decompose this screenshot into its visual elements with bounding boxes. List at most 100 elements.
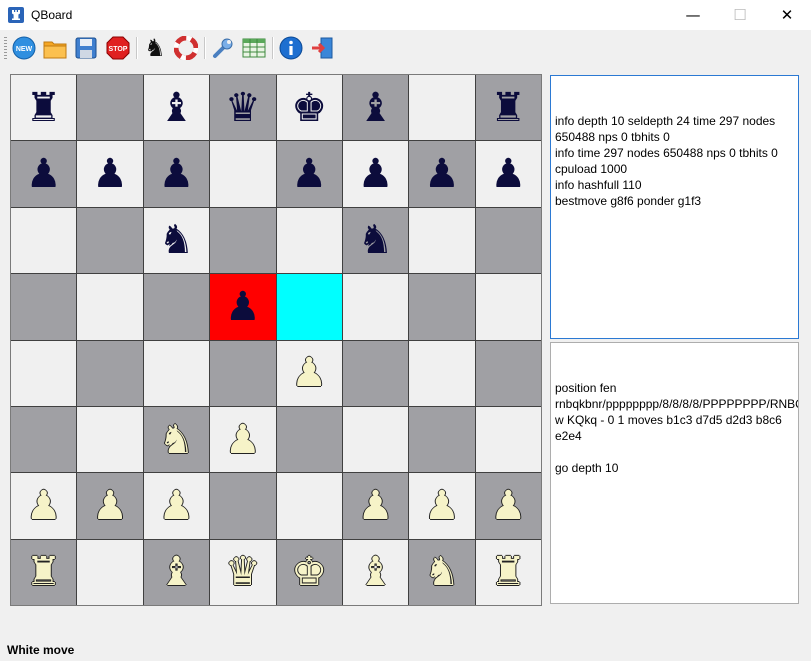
square-f1[interactable]: ♝ bbox=[342, 539, 409, 605]
square-c7[interactable]: ♟ bbox=[143, 141, 210, 207]
square-b5[interactable] bbox=[77, 274, 143, 340]
square-b7[interactable]: ♟ bbox=[77, 141, 143, 207]
square-f5[interactable] bbox=[342, 274, 409, 340]
square-h8[interactable]: ♜ bbox=[475, 75, 541, 141]
white-pawn-icon[interactable]: ♟ bbox=[291, 353, 327, 393]
square-f7[interactable]: ♟ bbox=[342, 141, 409, 207]
black-knight-icon[interactable]: ♞ bbox=[358, 220, 394, 260]
black-queen-icon[interactable]: ♛ bbox=[225, 88, 261, 128]
black-pawn-icon[interactable]: ♟ bbox=[291, 154, 327, 194]
square-c5[interactable] bbox=[143, 274, 210, 340]
black-pawn-icon[interactable]: ♟ bbox=[490, 154, 526, 194]
square-h2[interactable]: ♟ bbox=[475, 473, 541, 539]
square-f3[interactable] bbox=[342, 406, 409, 473]
black-king-icon[interactable]: ♚ bbox=[291, 88, 327, 128]
black-bishop-icon[interactable]: ♝ bbox=[159, 88, 195, 128]
square-e2[interactable] bbox=[276, 473, 342, 539]
square-d3[interactable]: ♟ bbox=[210, 406, 276, 473]
square-e5[interactable] bbox=[276, 274, 342, 340]
square-g5[interactable] bbox=[409, 274, 475, 340]
square-c1[interactable]: ♝ bbox=[143, 539, 210, 605]
square-a7[interactable]: ♟ bbox=[11, 141, 77, 207]
engine-button[interactable]: ♞ bbox=[142, 35, 168, 61]
table-button[interactable] bbox=[241, 35, 267, 61]
white-rook-icon[interactable]: ♜ bbox=[26, 552, 62, 592]
square-b2[interactable]: ♟ bbox=[77, 473, 143, 539]
white-knight-icon[interactable]: ♞ bbox=[424, 552, 460, 592]
square-a6[interactable] bbox=[11, 207, 77, 274]
square-e7[interactable]: ♟ bbox=[276, 141, 342, 207]
save-button[interactable] bbox=[73, 35, 99, 61]
white-pawn-icon[interactable]: ♟ bbox=[159, 486, 195, 526]
square-e1[interactable]: ♚ bbox=[276, 539, 342, 605]
settings-button[interactable] bbox=[210, 35, 236, 61]
square-d6[interactable] bbox=[210, 207, 276, 274]
help-ring-button[interactable] bbox=[173, 35, 199, 61]
square-a2[interactable]: ♟ bbox=[11, 473, 77, 539]
square-b8[interactable] bbox=[77, 75, 143, 141]
square-h3[interactable] bbox=[475, 406, 541, 473]
square-d1[interactable]: ♛ bbox=[210, 539, 276, 605]
square-d8[interactable]: ♛ bbox=[210, 75, 276, 141]
square-c4[interactable] bbox=[143, 340, 210, 406]
square-a5[interactable] bbox=[11, 274, 77, 340]
square-g4[interactable] bbox=[409, 340, 475, 406]
black-knight-icon[interactable]: ♞ bbox=[159, 220, 195, 260]
square-g7[interactable]: ♟ bbox=[409, 141, 475, 207]
square-g8[interactable] bbox=[409, 75, 475, 141]
square-h1[interactable]: ♜ bbox=[475, 539, 541, 605]
engine-input-panel[interactable]: position fen rnbqkbnr/pppppppp/8/8/8/8/P… bbox=[550, 342, 799, 604]
square-g1[interactable]: ♞ bbox=[409, 539, 475, 605]
white-pawn-icon[interactable]: ♟ bbox=[26, 486, 62, 526]
square-f4[interactable] bbox=[342, 340, 409, 406]
square-g6[interactable] bbox=[409, 207, 475, 274]
white-pawn-icon[interactable]: ♟ bbox=[92, 486, 128, 526]
white-bishop-icon[interactable]: ♝ bbox=[159, 552, 195, 592]
white-pawn-icon[interactable]: ♟ bbox=[225, 420, 261, 460]
square-g3[interactable] bbox=[409, 406, 475, 473]
square-h6[interactable] bbox=[475, 207, 541, 274]
exit-button[interactable] bbox=[309, 35, 335, 61]
square-d2[interactable] bbox=[210, 473, 276, 539]
square-c2[interactable]: ♟ bbox=[143, 473, 210, 539]
square-c8[interactable]: ♝ bbox=[143, 75, 210, 141]
open-button[interactable] bbox=[42, 35, 68, 61]
close-button[interactable]: ✕ bbox=[764, 0, 810, 30]
minimize-button[interactable]: — bbox=[670, 0, 716, 30]
square-c6[interactable]: ♞ bbox=[143, 207, 210, 274]
white-pawn-icon[interactable]: ♟ bbox=[490, 486, 526, 526]
square-f8[interactable]: ♝ bbox=[342, 75, 409, 141]
square-h4[interactable] bbox=[475, 340, 541, 406]
engine-output-panel[interactable]: info depth 10 seldepth 24 time 297 nodes… bbox=[550, 75, 799, 339]
black-pawn-icon[interactable]: ♟ bbox=[225, 287, 261, 327]
chess-board[interactable]: ♜ ♝ ♛ ♚ ♝ ♜ ♟ ♟ ♟ ♟ ♟ ♟ ♟ ♞ ♞ ♟ ♟ ♞ ♟ ♟ ♟ ♟ ♟ ♟ ♟ ♜ ♝ ♛ ♚ ♝ ♞ ♜ bbox=[11, 75, 541, 605]
square-b1[interactable] bbox=[77, 539, 143, 605]
white-pawn-icon[interactable]: ♟ bbox=[424, 486, 460, 526]
stop-button[interactable]: STOP bbox=[105, 35, 131, 61]
square-b6[interactable] bbox=[77, 207, 143, 274]
black-pawn-icon[interactable]: ♟ bbox=[26, 154, 62, 194]
square-f2[interactable]: ♟ bbox=[342, 473, 409, 539]
black-pawn-icon[interactable]: ♟ bbox=[358, 154, 394, 194]
black-rook-icon[interactable]: ♜ bbox=[26, 88, 62, 128]
black-bishop-icon[interactable]: ♝ bbox=[358, 88, 394, 128]
white-queen-icon[interactable]: ♛ bbox=[225, 552, 261, 592]
square-c3[interactable]: ♞ bbox=[143, 406, 210, 473]
square-e3[interactable] bbox=[276, 406, 342, 473]
square-b3[interactable] bbox=[77, 406, 143, 473]
square-a3[interactable] bbox=[11, 406, 77, 473]
black-pawn-icon[interactable]: ♟ bbox=[424, 154, 460, 194]
white-rook-icon[interactable]: ♜ bbox=[490, 552, 526, 592]
square-e6[interactable] bbox=[276, 207, 342, 274]
square-h5[interactable] bbox=[475, 274, 541, 340]
black-pawn-icon[interactable]: ♟ bbox=[92, 154, 128, 194]
white-bishop-icon[interactable]: ♝ bbox=[358, 552, 394, 592]
white-pawn-icon[interactable]: ♟ bbox=[358, 486, 394, 526]
square-b4[interactable] bbox=[77, 340, 143, 406]
new-game-button[interactable]: NEW bbox=[11, 35, 37, 61]
square-a4[interactable] bbox=[11, 340, 77, 406]
square-e8[interactable]: ♚ bbox=[276, 75, 342, 141]
square-h7[interactable]: ♟ bbox=[475, 141, 541, 207]
info-button[interactable] bbox=[278, 35, 304, 61]
square-d5[interactable]: ♟ bbox=[210, 274, 276, 340]
